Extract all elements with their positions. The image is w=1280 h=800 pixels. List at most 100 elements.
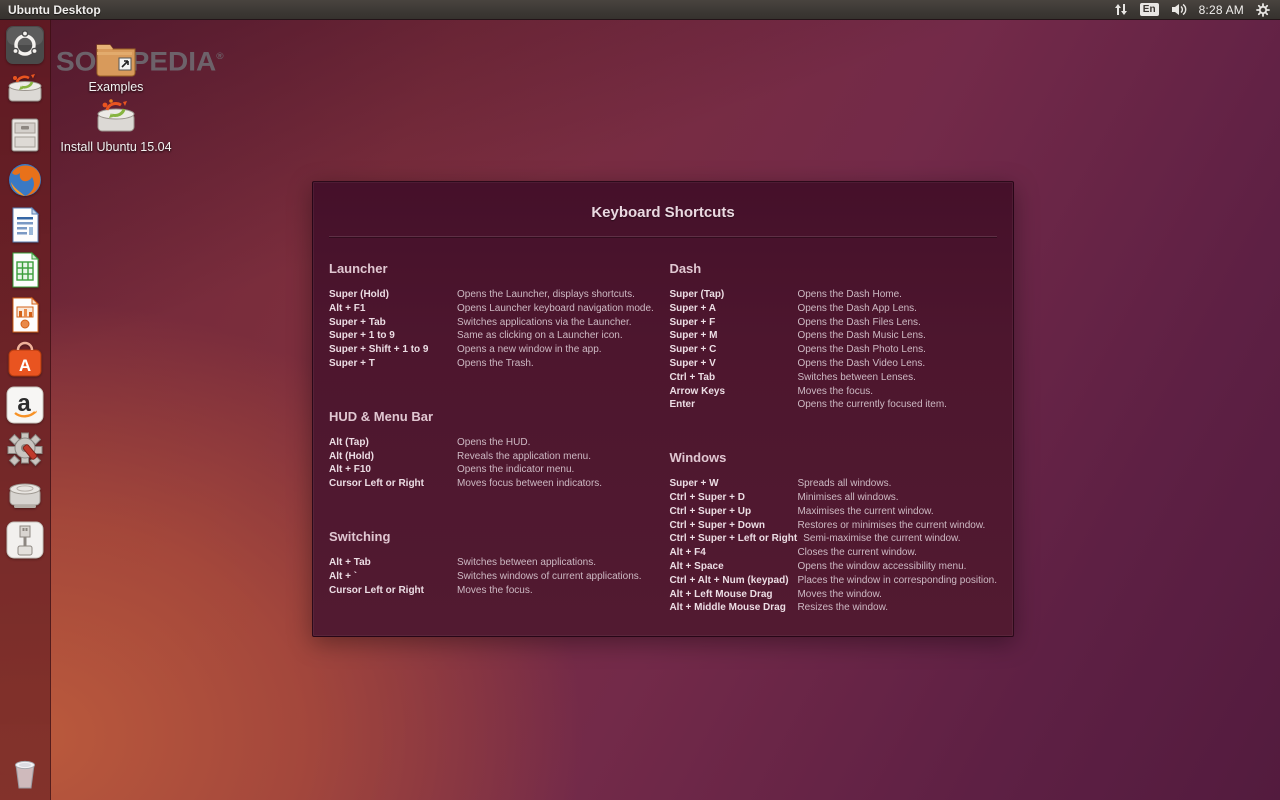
shortcut-action: Opens the window accessibility menu. [797, 560, 966, 574]
shortcut-action: Moves the window. [797, 588, 882, 602]
shortcut-row: Alt (Hold) Reveals the application menu. [329, 450, 659, 464]
shortcut-row: Super (Tap) Opens the Dash Home. [669, 288, 997, 302]
keyboard-layout-label: En [1140, 3, 1159, 16]
launcher-item-dash-home[interactable] [3, 24, 47, 66]
launcher-item-disk-drive[interactable] [3, 474, 47, 516]
shortcut-keys: Super + Tab [329, 316, 457, 330]
launcher-item-system-settings[interactable] [3, 429, 47, 471]
keyboard-layout-indicator[interactable]: En [1134, 0, 1165, 19]
desktop-wallpaper: Ubuntu Desktop En 8:28 AM [0, 0, 1280, 800]
shortcut-action: Opens the Dash Files Lens. [797, 316, 920, 330]
shortcut-section: Windows Super + W Spreads all windows. C… [669, 450, 997, 615]
dash-home-icon [5, 25, 45, 65]
shortcut-action: Moves the focus. [457, 584, 533, 598]
shortcut-row: Enter Opens the currently focused item. [669, 398, 997, 412]
shortcut-keys: Super + M [669, 329, 797, 343]
clock[interactable]: 8:28 AM [1193, 0, 1250, 19]
shortcut-keys: Alt + F4 [669, 546, 797, 560]
overlay-column: Dash Super (Tap) Opens the Dash Home. Su… [669, 261, 997, 653]
volume-icon[interactable] [1165, 0, 1193, 19]
shortcut-row: Alt + Middle Mouse Drag Resizes the wind… [669, 601, 997, 615]
shortcut-action: Moves focus between indicators. [457, 477, 602, 491]
top-panel: Ubuntu Desktop En 8:28 AM [0, 0, 1280, 20]
shortcut-row: Alt + F4 Closes the current window. [669, 546, 997, 560]
launcher-item-libreoffice-writer[interactable] [3, 204, 47, 246]
shortcut-row: Ctrl + Super + Down Restores or minimise… [669, 519, 997, 533]
shortcut-action: Places the window in corresponding posit… [797, 574, 997, 588]
usb-drive-icon [5, 520, 45, 560]
shortcut-action: Switches between applications. [457, 556, 596, 570]
install-ubuntu-cd-icon [93, 96, 139, 138]
launcher-item-software-center[interactable]: A [3, 339, 47, 381]
shortcut-keys: Alt (Tap) [329, 436, 457, 450]
shortcut-keys: Super + F [669, 316, 797, 330]
shortcut-keys: Enter [669, 398, 797, 412]
launcher-item-files[interactable] [3, 114, 47, 156]
shortcut-action: Moves the focus. [797, 385, 873, 399]
shortcut-keys: Alt + F10 [329, 463, 457, 477]
launcher-item-amazon[interactable]: a [3, 384, 47, 426]
shortcut-keys: Ctrl + Super + Left or Right [669, 532, 803, 546]
overlay-column: Launcher Super (Hold) Opens the Launcher… [329, 261, 659, 653]
shortcut-action: Switches applications via the Launcher. [457, 316, 632, 330]
launcher-item-libreoffice-impress[interactable] [3, 294, 47, 336]
shortcut-section-heading: HUD & Menu Bar [329, 409, 659, 424]
shortcut-action: Semi-maximise the current window. [803, 532, 960, 546]
files-icon [5, 115, 45, 155]
shortcut-action: Opens the Trash. [457, 357, 534, 371]
shortcut-action: Opens the Dash App Lens. [797, 302, 917, 316]
shortcut-row: Super + V Opens the Dash Video Lens. [669, 357, 997, 371]
shortcut-row: Alt + Left Mouse Drag Moves the window. [669, 588, 997, 602]
shortcut-keys: Super + Shift + 1 to 9 [329, 343, 457, 357]
launcher-item-firefox[interactable] [3, 159, 47, 201]
unity-launcher: Aa [0, 19, 51, 800]
svg-text:a: a [17, 390, 31, 417]
updown-arrows-icon[interactable] [1108, 0, 1134, 19]
shortcut-row: Super + A Opens the Dash App Lens. [669, 302, 997, 316]
shortcut-row: Super + W Spreads all windows. [669, 477, 997, 491]
shortcut-action: Reveals the application menu. [457, 450, 591, 464]
shortcut-section-heading: Windows [669, 450, 997, 465]
desktop-icon-examples[interactable]: Examples [56, 36, 176, 94]
launcher-item-usb-drive[interactable] [3, 519, 47, 561]
software-center-icon: A [5, 340, 45, 380]
launcher-item-install-ubuntu[interactable] [3, 69, 47, 111]
shortcut-row: Super + Shift + 1 to 9 Opens a new windo… [329, 343, 659, 357]
shortcut-keys: Ctrl + Alt + Num (keypad) [669, 574, 797, 588]
shortcut-row: Ctrl + Super + D Minimises all windows. [669, 491, 997, 505]
svg-text:A: A [19, 356, 31, 375]
shortcut-keys: Ctrl + Super + D [669, 491, 797, 505]
shortcut-action: Opens the currently focused item. [797, 398, 947, 412]
shortcut-row: Super + Tab Switches applications via th… [329, 316, 659, 330]
shortcut-keys: Arrow Keys [669, 385, 797, 399]
trash-icon [5, 753, 45, 793]
shortcut-row: Ctrl + Super + Up Maximises the current … [669, 505, 997, 519]
shortcut-keys: Alt (Hold) [329, 450, 457, 464]
session-gear-icon[interactable] [1250, 0, 1280, 19]
shortcut-section-heading: Launcher [329, 261, 659, 276]
shortcut-keys: Ctrl + Tab [669, 371, 797, 385]
shortcut-keys: Ctrl + Super + Down [669, 519, 797, 533]
shortcut-action: Opens a new window in the app. [457, 343, 602, 357]
shortcut-section: Switching Alt + Tab Switches between app… [329, 529, 659, 597]
shortcut-section-heading: Switching [329, 529, 659, 544]
shortcut-section: HUD & Menu Bar Alt (Tap) Opens the HUD. … [329, 409, 659, 491]
shortcut-action: Restores or minimises the current window… [797, 519, 985, 533]
desktop-icon-install-ubuntu[interactable]: Install Ubuntu 15.04 [56, 96, 176, 154]
shortcut-action: Closes the current window. [797, 546, 917, 560]
shortcut-row: Alt + Space Opens the window accessibili… [669, 560, 997, 574]
launcher-item-libreoffice-calc[interactable] [3, 249, 47, 291]
shortcut-row: Ctrl + Tab Switches between Lenses. [669, 371, 997, 385]
shortcut-action: Opens the Dash Video Lens. [797, 357, 925, 371]
shortcut-keys: Ctrl + Super + Up [669, 505, 797, 519]
disk-drive-icon [5, 475, 45, 515]
launcher-item-trash[interactable] [3, 752, 47, 794]
shortcut-action: Opens the Dash Home. [797, 288, 902, 302]
shortcut-keys: Super + 1 to 9 [329, 329, 457, 343]
shortcut-action: Same as clicking on a Launcher icon. [457, 329, 623, 343]
libreoffice-writer-icon [5, 205, 45, 245]
shortcut-row: Arrow Keys Moves the focus. [669, 385, 997, 399]
shortcut-row: Alt + Tab Switches between applications. [329, 556, 659, 570]
shortcut-keys: Super (Tap) [669, 288, 797, 302]
shortcut-keys: Super + A [669, 302, 797, 316]
